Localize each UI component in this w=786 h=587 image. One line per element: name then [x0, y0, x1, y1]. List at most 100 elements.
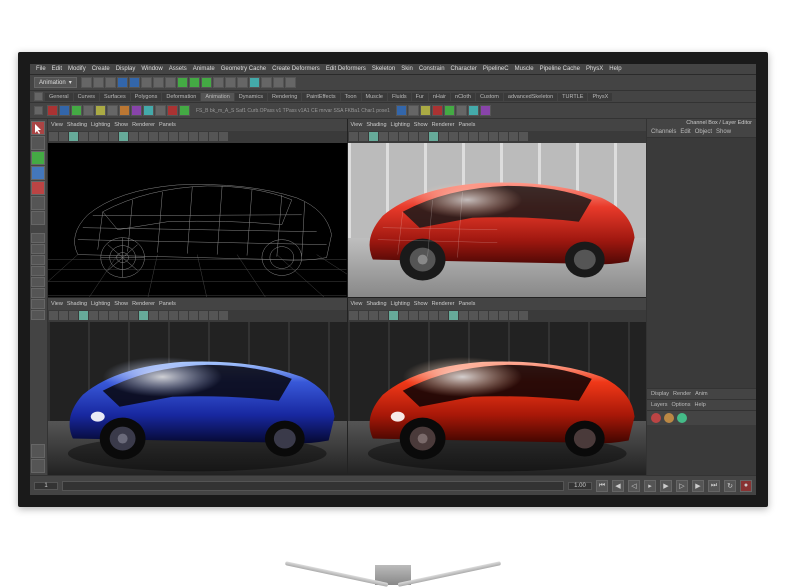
vp-menu-shading[interactable]: Shading — [67, 301, 87, 307]
vp-icon[interactable] — [519, 311, 528, 320]
vp-icon[interactable] — [219, 311, 228, 320]
vp-menu-renderer[interactable]: Renderer — [132, 301, 155, 307]
shelf-tab-rendering[interactable]: Rendering — [268, 93, 301, 101]
vp-icon[interactable] — [429, 311, 438, 320]
shelf-tab-physx[interactable]: PhysX — [588, 93, 612, 101]
shelf-tab-turtle[interactable]: TURTLE — [558, 93, 587, 101]
vp-icon[interactable] — [59, 132, 68, 141]
render-icon[interactable] — [213, 77, 224, 88]
next-key-button[interactable]: ▷ — [676, 480, 688, 492]
shelf-tab-fluids[interactable]: Fluids — [388, 93, 411, 101]
vp-icon[interactable] — [69, 311, 78, 320]
vp-icon[interactable] — [429, 132, 438, 141]
vp-icon[interactable] — [499, 132, 508, 141]
menu-skeleton[interactable]: Skeleton — [372, 66, 395, 72]
vp-shaded-icon[interactable] — [99, 132, 108, 141]
vp-icon[interactable] — [129, 311, 138, 320]
menu-pipelinec[interactable]: PipelineC — [483, 66, 509, 72]
vp-menu-renderer[interactable]: Renderer — [132, 122, 155, 128]
object-mode-icon[interactable] — [285, 77, 296, 88]
vp-menu-lighting[interactable]: Lighting — [91, 122, 110, 128]
vp-icon[interactable] — [409, 132, 418, 141]
vp-icon[interactable] — [89, 311, 98, 320]
vp-menu-view[interactable]: View — [351, 301, 363, 307]
tab-options[interactable]: Options — [672, 402, 691, 408]
scale-tool[interactable] — [31, 181, 45, 195]
vp-icon[interactable] — [109, 132, 118, 141]
vp-icon[interactable] — [489, 132, 498, 141]
vp-icon[interactable] — [59, 311, 68, 320]
vp-icon[interactable] — [389, 132, 398, 141]
lasso-icon[interactable] — [153, 77, 164, 88]
shelf-tab-surfaces[interactable]: Surfaces — [100, 93, 130, 101]
vp-menu-panels[interactable]: Panels — [159, 301, 176, 307]
construction-icon[interactable] — [273, 77, 284, 88]
undo-icon[interactable] — [117, 77, 128, 88]
menu-constrain[interactable]: Constrain — [419, 66, 445, 72]
shelf-btn[interactable] — [131, 105, 142, 116]
rewind-button[interactable]: ⏮ — [596, 480, 608, 492]
vp-icon[interactable] — [509, 132, 518, 141]
shelf-btn[interactable] — [396, 105, 407, 116]
vp-grid-icon[interactable] — [69, 132, 78, 141]
shelf-tab-toon[interactable]: Toon — [341, 93, 361, 101]
menu-createdef[interactable]: Create Deformers — [272, 66, 320, 72]
vp-xray-icon[interactable] — [159, 132, 168, 141]
save-scene-icon[interactable] — [105, 77, 116, 88]
vp-icon[interactable] — [379, 132, 388, 141]
toolbox-extra-2[interactable] — [31, 459, 45, 473]
tab-channels[interactable]: Channels — [651, 129, 676, 135]
menu-editdef[interactable]: Edit Deformers — [326, 66, 366, 72]
shelf-tab-muscle[interactable]: Muscle — [362, 93, 387, 101]
vp-icon[interactable] — [129, 132, 138, 141]
viewport-scene-red-render[interactable] — [348, 322, 647, 476]
vp-wireframe-icon[interactable] — [89, 132, 98, 141]
menu-physx[interactable]: PhysX — [586, 66, 603, 72]
swatch-orange[interactable] — [664, 413, 674, 423]
shelf-arrow-icon[interactable] — [34, 106, 43, 115]
viewport-top-left[interactable]: View Shading Lighting Show Renderer Pane… — [48, 119, 347, 297]
vp-icon[interactable] — [419, 132, 428, 141]
vp-icon[interactable] — [469, 311, 478, 320]
vp-icon[interactable] — [349, 132, 358, 141]
vp-icon[interactable] — [349, 311, 358, 320]
tab-show[interactable]: Show — [716, 129, 731, 135]
vp-menu-renderer[interactable]: Renderer — [432, 122, 455, 128]
viewport-bottom-right[interactable]: ViewShadingLightingShowRendererPanels — [348, 298, 647, 476]
vp-icon[interactable] — [199, 132, 208, 141]
vp-icon[interactable] — [99, 311, 108, 320]
menu-geocache[interactable]: Geometry Cache — [221, 66, 266, 72]
select-tool[interactable] — [31, 121, 45, 135]
shelf-btn[interactable] — [432, 105, 443, 116]
swatch-red[interactable] — [651, 413, 661, 423]
vp-icon[interactable] — [459, 311, 468, 320]
vp-icon[interactable] — [499, 311, 508, 320]
shelf-btn[interactable] — [468, 105, 479, 116]
vp-icon[interactable] — [449, 132, 458, 141]
vp-menu-view[interactable]: View — [51, 301, 63, 307]
vp-menu-lighting[interactable]: Lighting — [91, 301, 110, 307]
menu-display[interactable]: Display — [116, 66, 136, 72]
shelf-tab-curves[interactable]: Curves — [74, 93, 99, 101]
render-settings-icon[interactable] — [237, 77, 248, 88]
vp-icon[interactable] — [479, 311, 488, 320]
shelf-btn[interactable] — [444, 105, 455, 116]
shelf-btn[interactable] — [480, 105, 491, 116]
menu-muscle[interactable]: Muscle — [515, 66, 534, 72]
shelf-btn[interactable] — [71, 105, 82, 116]
move-tool[interactable] — [31, 151, 45, 165]
open-scene-icon[interactable] — [93, 77, 104, 88]
range-start[interactable]: 1 — [34, 482, 58, 490]
vp-menu-view[interactable]: View — [351, 122, 363, 128]
viewport-scene-red-shaded[interactable] — [348, 143, 647, 297]
menu-file[interactable]: File — [36, 66, 46, 72]
menu-window[interactable]: Window — [141, 66, 162, 72]
vp-icon[interactable] — [199, 311, 208, 320]
shelf-tab-animation[interactable]: Animation — [201, 93, 233, 101]
shelf-btn[interactable] — [83, 105, 94, 116]
vp-icon[interactable] — [139, 132, 148, 141]
vp-icon[interactable] — [209, 311, 218, 320]
vp-menu-panels[interactable]: Panels — [459, 301, 476, 307]
manip-tool[interactable] — [31, 196, 45, 210]
vp-menu-shading[interactable]: Shading — [366, 122, 386, 128]
